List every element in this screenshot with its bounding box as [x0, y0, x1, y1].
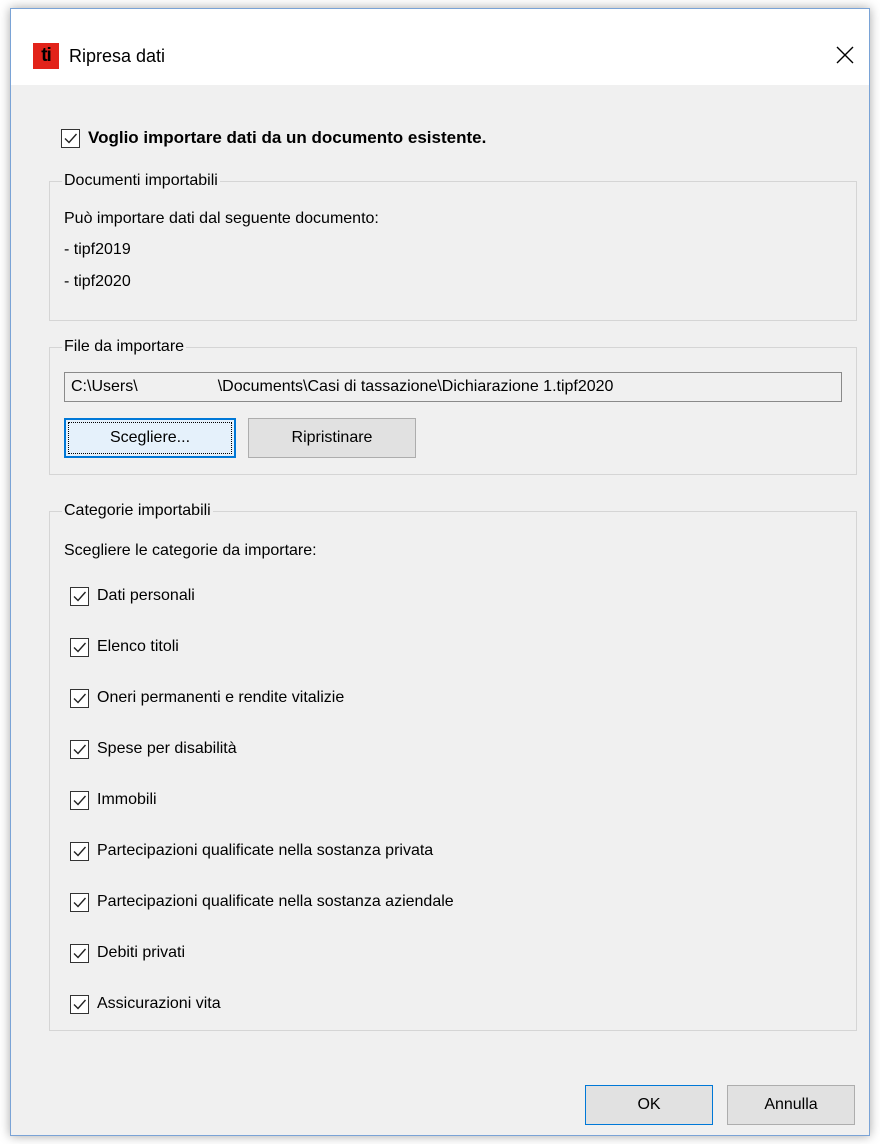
category-row: Immobili	[70, 788, 157, 812]
category-checkbox[interactable]	[70, 943, 89, 963]
category-label: Partecipazioni qualificate nella sostanz…	[97, 893, 454, 910]
category-label: Elenco titoli	[97, 638, 179, 655]
category-row: Partecipazioni qualificate nella sostanz…	[70, 890, 454, 914]
checkmark-icon	[73, 642, 87, 653]
document-item: - tipf2019	[64, 241, 131, 258]
checkmark-icon	[73, 897, 87, 908]
file-path-field[interactable]: C:\Users\ \Documents\Casi di tassazione\…	[64, 372, 842, 402]
focus-ring	[68, 422, 232, 454]
document-item: - tipf2020	[64, 273, 131, 290]
category-checkbox[interactable]	[70, 637, 89, 657]
checkmark-icon	[73, 999, 87, 1010]
window-title: Ripresa dati	[69, 46, 166, 66]
documents-group: Documenti importabili Può importare dati…	[49, 170, 857, 321]
category-row: Dati personali	[70, 584, 195, 608]
app-logo-icon: ti	[33, 43, 59, 69]
documents-group-legend: Documenti importabili	[62, 170, 220, 192]
category-label: Partecipazioni qualificate nella sostanz…	[97, 842, 434, 859]
reset-label: Ripristinare	[291, 429, 373, 446]
checkmark-icon	[64, 133, 78, 144]
cancel-label: Annulla	[764, 1096, 818, 1113]
category-checkbox[interactable]	[70, 586, 89, 606]
checkmark-icon	[73, 948, 87, 959]
category-row: Assicurazioni vita	[70, 992, 221, 1016]
close-button[interactable]	[819, 31, 869, 81]
documents-intro: Può importare dati dal seguente document…	[64, 210, 379, 227]
reset-button[interactable]: Ripristinare	[248, 418, 416, 458]
category-row: Partecipazioni qualificate nella sostanz…	[70, 839, 433, 863]
import-existing-label: Voglio importare dati da un documento es…	[88, 128, 487, 147]
import-existing-checkbox[interactable]	[61, 128, 80, 148]
category-row: Debiti privati	[70, 941, 185, 965]
categories-intro: Scegliere le categorie da importare:	[64, 542, 317, 559]
checkmark-icon	[73, 591, 87, 602]
import-existing-row: Voglio importare dati da un documento es…	[61, 126, 486, 150]
title-bar: ti Ripresa dati	[11, 9, 869, 85]
file-group: File da importare C:\Users\ \Documents\C…	[49, 336, 857, 475]
category-row: Spese per disabilità	[70, 737, 237, 761]
category-label: Spese per disabilità	[97, 740, 237, 757]
category-checkbox[interactable]	[70, 688, 89, 708]
ok-button[interactable]: OK	[585, 1085, 713, 1125]
category-label: Oneri permanenti e rendite vitalizie	[97, 689, 345, 706]
checkmark-icon	[73, 693, 87, 704]
category-checkbox[interactable]	[70, 841, 89, 861]
categories-group-legend: Categorie importabili	[62, 500, 213, 522]
category-checkbox[interactable]	[70, 790, 89, 810]
category-checkbox[interactable]	[70, 739, 89, 759]
close-icon	[836, 46, 854, 64]
category-checkbox[interactable]	[70, 994, 89, 1014]
import-dialog: ti Ripresa dati Voglio importare dati da…	[10, 8, 870, 1136]
category-row: Oneri permanenti e rendite vitalizie	[70, 686, 344, 710]
checkmark-icon	[73, 846, 87, 857]
file-group-legend: File da importare	[62, 336, 187, 358]
cancel-button[interactable]: Annulla	[727, 1085, 855, 1125]
categories-group: Categorie importabili Scegliere le categ…	[49, 500, 857, 1031]
choose-file-button[interactable]: Scegliere...	[64, 418, 236, 458]
category-label: Immobili	[97, 791, 157, 808]
category-label: Debiti privati	[97, 944, 186, 961]
category-label: Dati personali	[97, 587, 195, 604]
checkmark-icon	[73, 795, 87, 806]
ok-label: OK	[637, 1096, 661, 1113]
category-checkbox[interactable]	[70, 892, 89, 912]
category-label: Assicurazioni vita	[97, 995, 221, 1012]
category-row: Elenco titoli	[70, 635, 179, 659]
checkmark-icon	[73, 744, 87, 755]
